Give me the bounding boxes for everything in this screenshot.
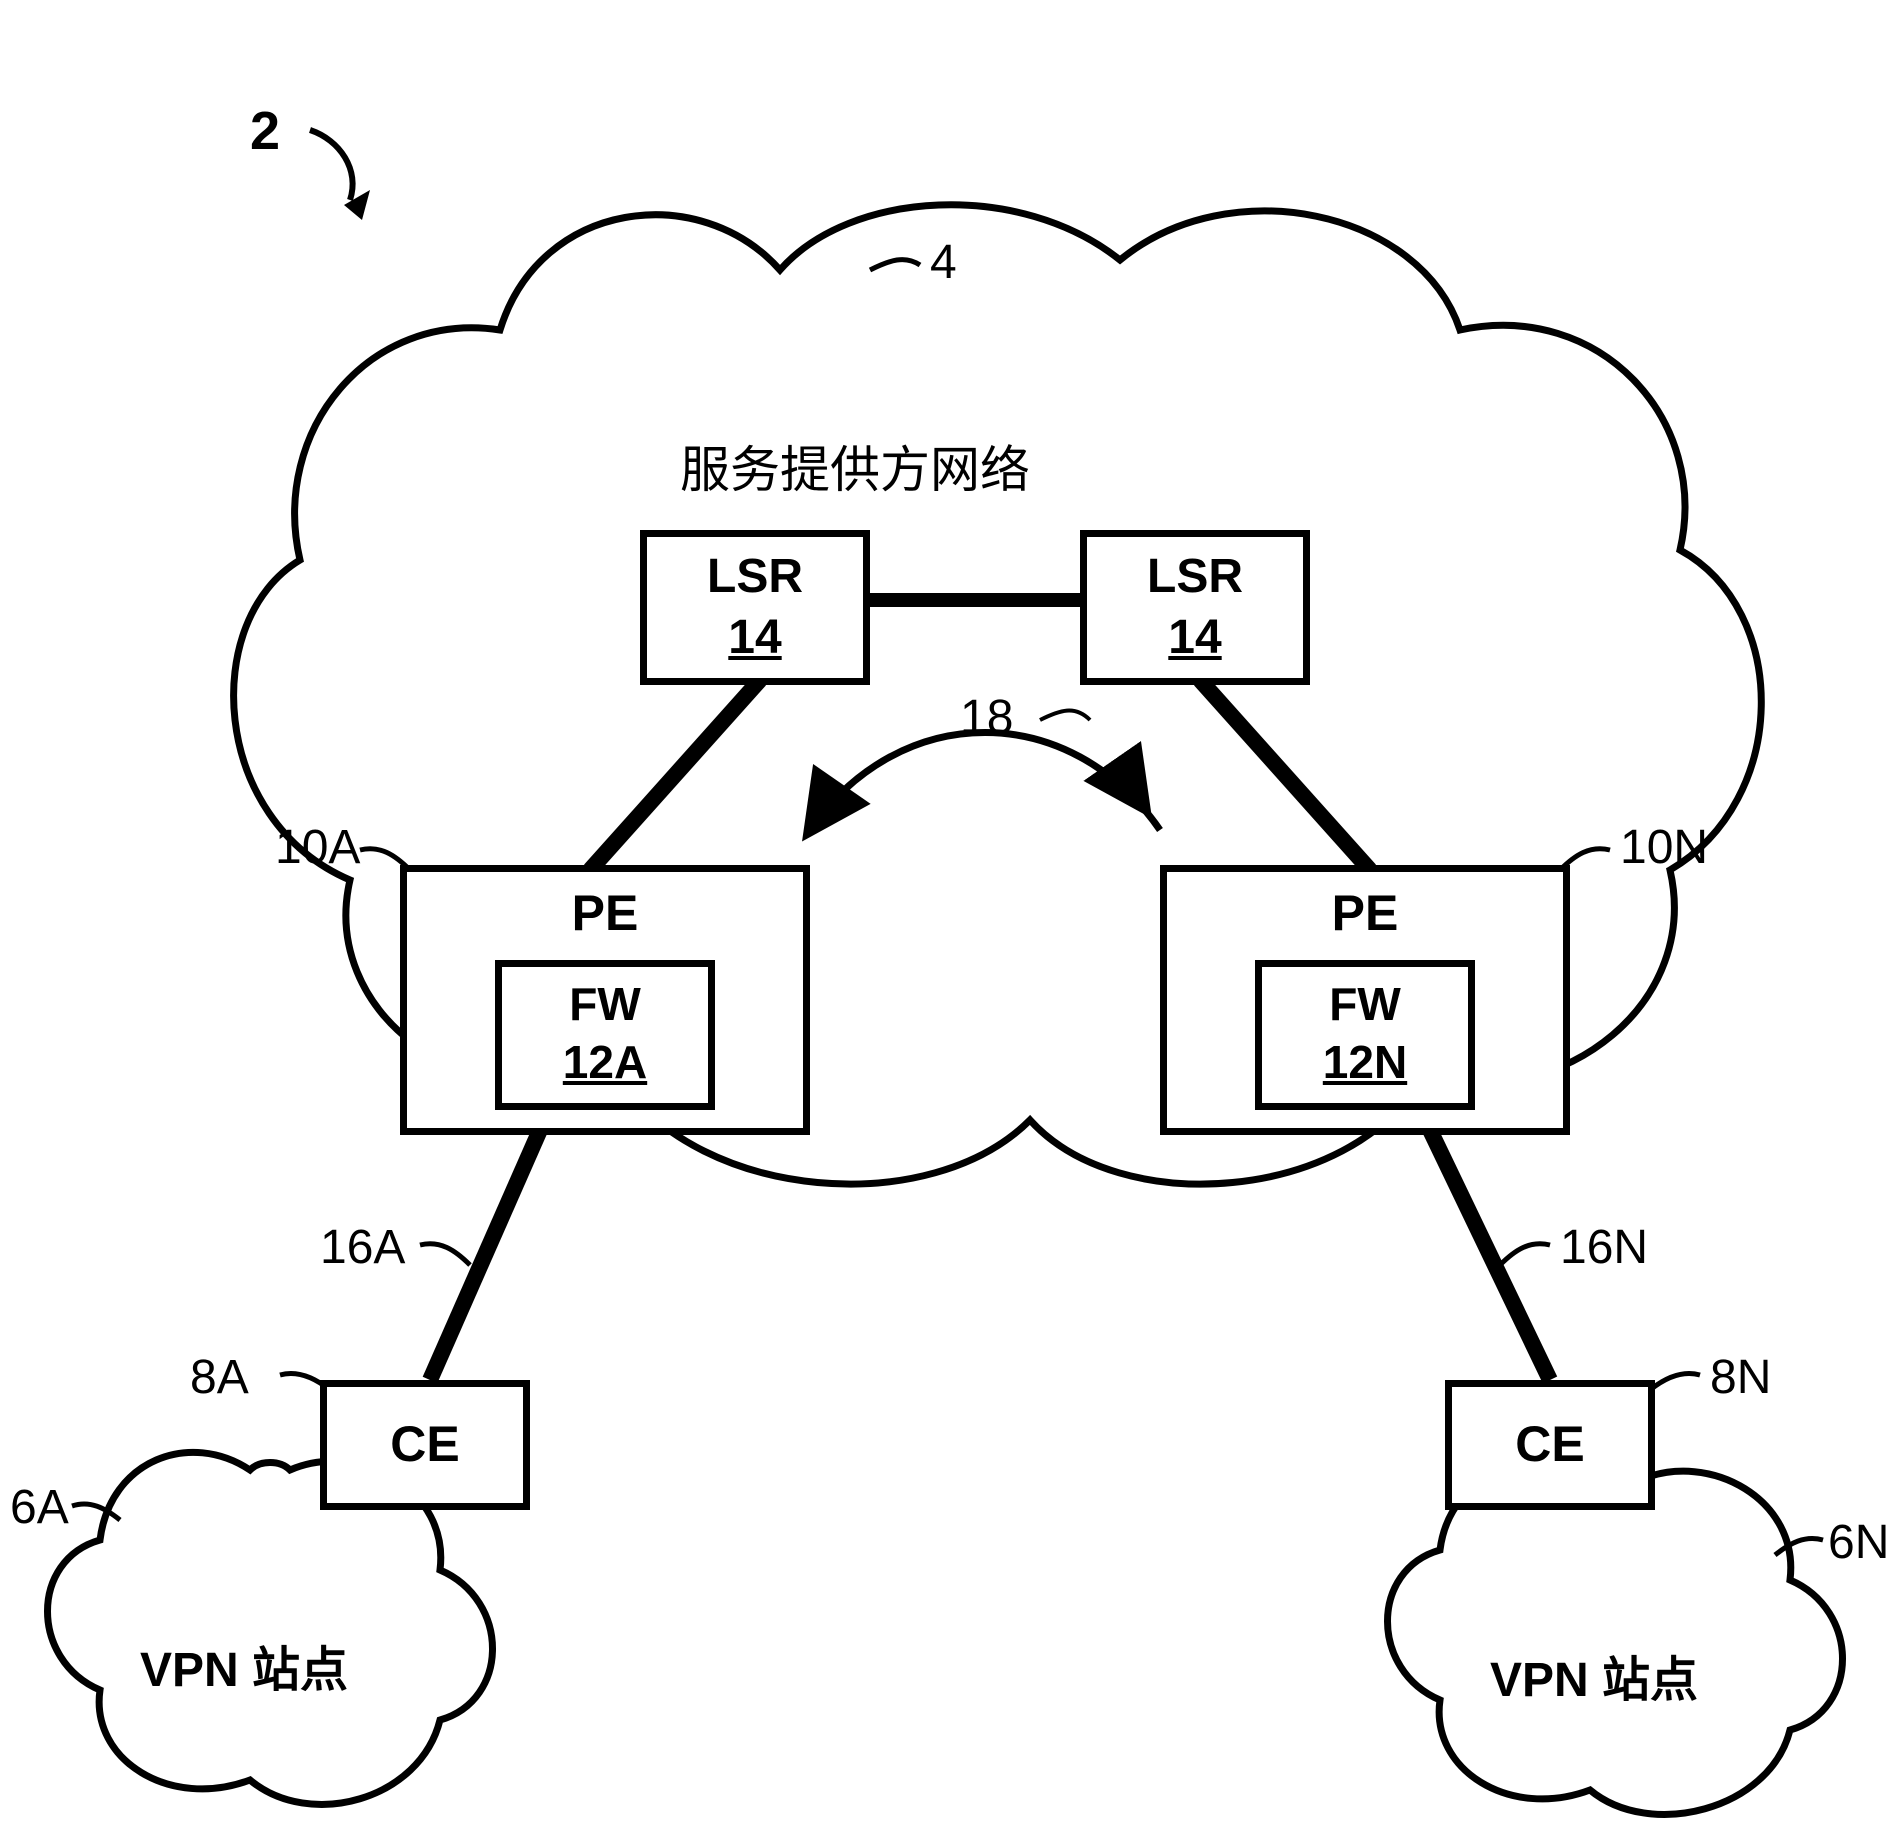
- leader-16n: [1500, 1244, 1550, 1265]
- leader-8n: [1650, 1373, 1700, 1390]
- pe-left-label: PE: [407, 884, 803, 942]
- ce-right-box: CE: [1445, 1380, 1655, 1510]
- ce-left-box: CE: [320, 1380, 530, 1510]
- fw-left-label: FW: [502, 977, 708, 1031]
- ref-16a: 16A: [320, 1220, 405, 1275]
- ref-18: 18: [960, 690, 1013, 745]
- pe-left-to-ce-left: [430, 1130, 540, 1380]
- cloud-main-title: 服务提供方网络: [680, 430, 1030, 502]
- figure-ref: 2: [250, 100, 280, 162]
- lsr-right-box: LSR 14: [1080, 530, 1310, 685]
- pe-right-label: PE: [1167, 884, 1563, 942]
- lsr-left-ref: 14: [647, 610, 863, 665]
- ref-6n: 6N: [1828, 1515, 1889, 1570]
- fw-left-ref: 12A: [502, 1035, 708, 1089]
- ref-4: 4: [930, 235, 957, 290]
- ref-10n: 10N: [1620, 820, 1708, 875]
- ref-10a: 10A: [275, 820, 360, 875]
- lsr-left-box: LSR 14: [640, 530, 870, 685]
- fw-right-box: FW 12N: [1255, 960, 1475, 1110]
- ce-left-label: CE: [327, 1415, 523, 1473]
- ref-8a: 8A: [190, 1350, 249, 1405]
- ref-8n: 8N: [1710, 1350, 1771, 1405]
- lsr-left-label: LSR: [647, 549, 863, 604]
- leader-2: [310, 130, 353, 200]
- vpn-left-label: VPN 站点: [140, 1630, 348, 1700]
- pe-right-to-ce-right: [1430, 1130, 1550, 1380]
- vpn-right-label: VPN 站点: [1490, 1640, 1698, 1710]
- fw-left-box: FW 12A: [495, 960, 715, 1110]
- leader-16a: [420, 1244, 470, 1265]
- cloud-vpn-right: [1388, 1462, 1843, 1814]
- lsr-right-ref: 14: [1087, 610, 1303, 665]
- ref-6a: 6A: [10, 1480, 69, 1535]
- ref-16n: 16N: [1560, 1220, 1648, 1275]
- fw-right-label: FW: [1262, 977, 1468, 1031]
- lsr-right-label: LSR: [1087, 549, 1303, 604]
- ce-right-label: CE: [1452, 1415, 1648, 1473]
- fw-right-ref: 12N: [1262, 1035, 1468, 1089]
